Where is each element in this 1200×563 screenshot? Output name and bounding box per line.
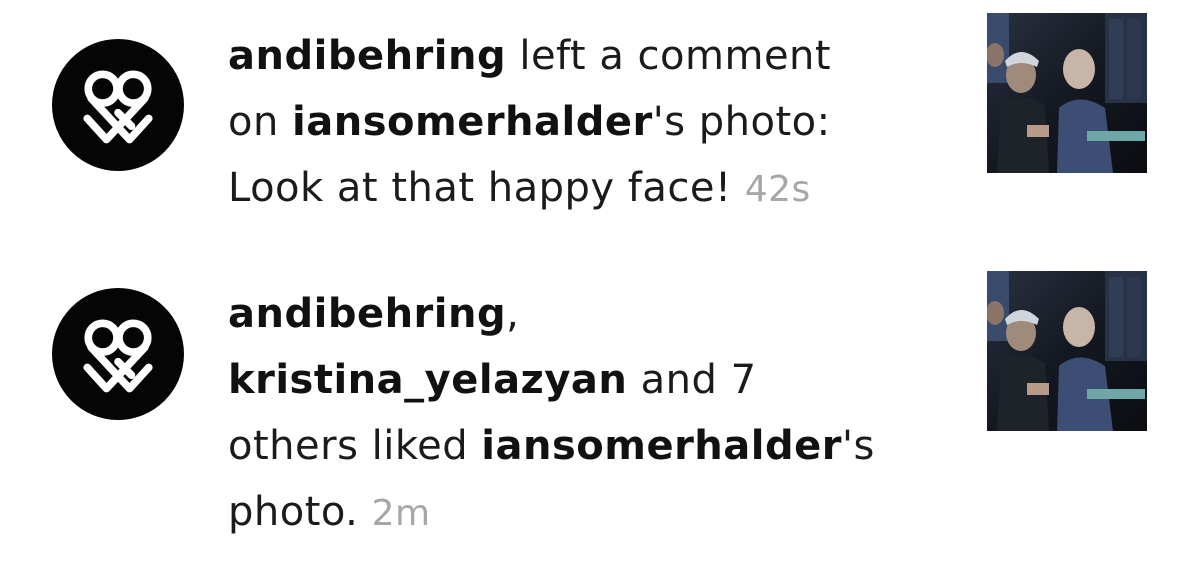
notification-line: photo. 2m <box>228 479 958 547</box>
notification-line: kristina_yelazyan and 7 <box>228 347 958 413</box>
notification-fragment: left a comment <box>506 33 832 79</box>
notification-line: andibehring left a comment <box>228 23 958 89</box>
username-link[interactable]: andibehring <box>228 33 506 79</box>
ampersand-heart-logo-icon <box>83 319 153 393</box>
username-link[interactable]: kristina_yelazyan <box>228 357 627 403</box>
notification-fragment: 's photo: <box>652 99 831 145</box>
notification-fragment: others liked <box>228 423 482 469</box>
notification-line: Look at that happy face! 42s <box>228 155 958 223</box>
photo-image <box>987 13 1147 173</box>
notification-fragment: on <box>228 99 293 145</box>
photo-image <box>987 271 1147 431</box>
timestamp: 2m <box>371 493 431 534</box>
notification-item[interactable]: andibehring left a comment on iansomerha… <box>0 0 1200 250</box>
username-link[interactable]: iansomerhalder <box>481 423 842 469</box>
notification-line: others liked iansomerhalder's <box>228 413 958 479</box>
notification-fragment: and 7 <box>627 357 757 403</box>
notification-fragment: 's <box>841 423 875 469</box>
photo-thumbnail[interactable] <box>987 271 1147 431</box>
notification-fragment: , <box>506 291 520 337</box>
photo-thumbnail[interactable] <box>987 13 1147 173</box>
notification-text: andibehring, kristina_yelazyan and 7 oth… <box>228 281 958 547</box>
notification-fragment: photo. <box>228 489 372 535</box>
notification-text: andibehring left a comment on iansomerha… <box>228 23 958 223</box>
notification-line: on iansomerhalder's photo: <box>228 89 958 155</box>
notification-line: andibehring, <box>228 281 958 347</box>
avatar[interactable] <box>52 288 184 420</box>
username-link[interactable]: iansomerhalder <box>292 99 653 145</box>
ampersand-heart-logo-icon <box>83 70 153 144</box>
timestamp: 42s <box>744 169 811 210</box>
username-link[interactable]: andibehring <box>228 291 506 337</box>
avatar[interactable] <box>52 39 184 171</box>
notification-item[interactable]: andibehring, kristina_yelazyan and 7 oth… <box>0 258 1200 563</box>
comment-text: Look at that happy face! <box>228 165 745 211</box>
